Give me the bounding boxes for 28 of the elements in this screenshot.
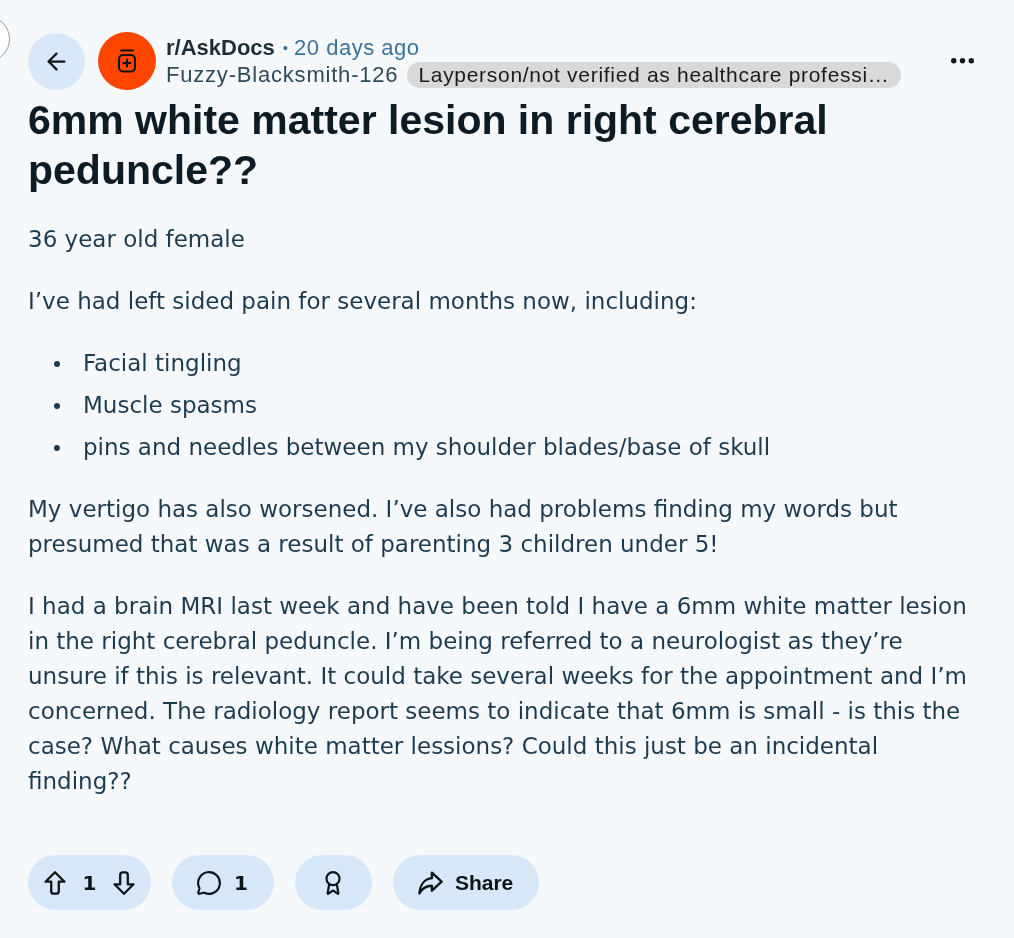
bullet-icon [54, 444, 60, 451]
post-paragraph: My vertigo has also worsened. I’ve also had problems finding my words but presumed that was a result of parenting 3 children under 5! [28, 495, 899, 559]
speech-bubble-icon [196, 869, 222, 896]
more-options-icon [951, 58, 974, 64]
share-button[interactable]: Share [392, 855, 540, 910]
back-button[interactable] [28, 32, 85, 90]
list-item-text: pins and needles between my shoulder blades/base of skull [83, 433, 771, 462]
bullet-icon [54, 360, 60, 367]
post-title: 6mm white matter lesion in right cerebral peduncle?? [28, 96, 829, 195]
user-flair: Layperson/not verified as healthcare professi… [407, 61, 901, 88]
curved-arrow-icon [417, 870, 443, 895]
dot-separator: • [282, 37, 289, 58]
post-time: 20 days ago [294, 34, 420, 61]
jar-plus-icon [117, 49, 137, 73]
upvote-arrow-icon [44, 870, 66, 895]
list-item-text: Facial tingling [83, 349, 242, 378]
downvote-button[interactable] [113, 870, 135, 895]
upvote-button[interactable] [44, 870, 66, 895]
bullet-icon [54, 402, 60, 409]
post-paragraph: I’ve had left sided pain for several months now, including: [28, 287, 698, 316]
subreddit-link[interactable]: r/AskDocs [166, 34, 275, 61]
downvote-arrow-icon [113, 870, 135, 895]
post-paragraph: I had a brain MRI last week and have been told I have a 6mm white matter lesion in the right cerebral peduncle. I’m being referred to a neurologist as they’re unsure if this is relevant. It could take several weeks for the appointment and I’m concerned. The radiology report seems to indicate that 6mm is small - is this the case? What causes white matter lessions? Could this just be an incidental finding?? [28, 592, 968, 796]
post-paragraph: 36 year old female [28, 225, 246, 254]
vote-score: 1 [82, 869, 97, 897]
list-item-text: Muscle spasms [83, 391, 257, 420]
author-link[interactable]: Fuzzy-Blacksmith-126 [166, 61, 399, 88]
comments-button[interactable]: 1 [172, 855, 274, 910]
